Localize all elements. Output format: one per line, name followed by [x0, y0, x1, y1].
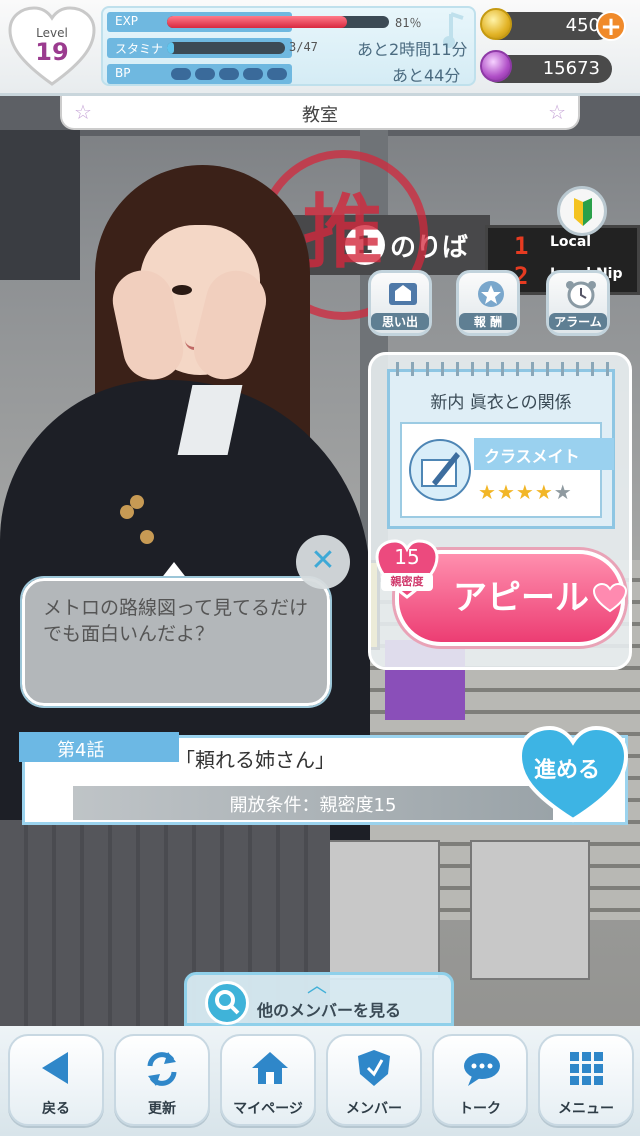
- back-arrow-icon: [42, 1052, 68, 1084]
- memories-button[interactable]: 思い出: [368, 270, 432, 336]
- star-filled-icon: ★: [515, 480, 535, 504]
- proceed-label: 進める: [534, 758, 601, 783]
- dialogue-text: メトロの路線図って見てるだけでも面白いんだよ？: [43, 597, 309, 645]
- close-dialogue-button[interactable]: ✕: [296, 535, 350, 589]
- star-filled-icon: ★: [478, 480, 497, 504]
- episode-number: 第4話: [19, 732, 179, 762]
- gem-icon: [480, 50, 512, 82]
- unlock-condition: 開放条件：親密度15: [73, 786, 553, 820]
- stamina-value: 3/47: [289, 40, 318, 54]
- nav-mypage-button[interactable]: マイページ: [220, 1034, 316, 1126]
- nav-menu-button[interactable]: メニュー: [538, 1034, 634, 1126]
- exp-bar-fill: [167, 16, 347, 28]
- member-shield-icon: [358, 1050, 390, 1086]
- chevron-up-icon: ︿: [307, 973, 327, 997]
- exp-value: 81％: [395, 16, 422, 30]
- relationship-stars: ★★★★★: [478, 480, 573, 504]
- chat-bubble-icon: [464, 1053, 500, 1086]
- dialogue-bubble[interactable]: メトロの路線図って見てるだけでも面白いんだよ？: [22, 578, 330, 706]
- beginner-guide-button[interactable]: [557, 186, 607, 236]
- board-text-1: Local: [550, 234, 592, 250]
- heart-icon: [593, 583, 627, 613]
- stamina-recovery-time: あと2時間11分: [357, 40, 468, 59]
- star-empty-icon: ★: [553, 480, 573, 504]
- other-members-button[interactable]: ︿ 他のメンバーを見る: [184, 972, 454, 1026]
- status-panel: EXP 81％ スタミナ 3/47 あと2時間11分 BP あと44分: [101, 6, 476, 86]
- star-filled-icon: ★: [534, 480, 554, 504]
- nav-mypage-label: マイページ: [233, 1101, 303, 1117]
- nav-menu-label: メニュー: [558, 1101, 614, 1117]
- star-icon: ☆: [74, 100, 92, 124]
- album-icon: [389, 283, 417, 305]
- location-bar: ☆ 教室 ☆: [60, 96, 580, 130]
- bp-pip: [243, 68, 263, 80]
- bp-pip: [195, 68, 215, 80]
- character-eye: [172, 285, 192, 295]
- bp-row: BP あと44分: [107, 64, 472, 85]
- bp-pip: [267, 68, 287, 80]
- alarm-button[interactable]: アラーム: [546, 270, 610, 336]
- memories-label: 思い出: [371, 313, 429, 330]
- episode-title: 「頼れる姉さん」: [175, 748, 335, 772]
- exp-row: EXP 81％: [107, 12, 472, 48]
- proceed-button[interactable]: 進める: [516, 724, 630, 824]
- other-members-label: 他のメンバーを見る: [257, 1001, 402, 1020]
- top-hud: Level 19 EXP 81％ スタミナ 3/47 あと2時間11分 BP あ…: [0, 0, 640, 96]
- add-coins-button[interactable]: +: [596, 11, 626, 41]
- board-number-1: 1: [514, 232, 529, 260]
- relationship-rank: クラスメイト: [474, 438, 614, 470]
- appeal-label: アピール: [453, 578, 589, 618]
- bp-pip: [171, 68, 191, 80]
- alarm-label: アラーム: [549, 313, 607, 330]
- intimacy-badge: 15 親密度: [375, 539, 439, 601]
- coin-icon: [480, 8, 512, 40]
- relationship-note: 新内 眞衣との関係 クラスメイト ★★★★★: [387, 362, 615, 529]
- nav-member-label: メンバー: [346, 1101, 402, 1117]
- stamina-bar-fill: [167, 42, 175, 54]
- blazer-button: [120, 505, 134, 519]
- nav-refresh-label: 更新: [148, 1101, 176, 1117]
- bp-pip: [219, 68, 239, 80]
- nav-talk-label: トーク: [459, 1101, 501, 1117]
- beginner-mark-icon: [574, 198, 592, 226]
- star-icon: ☆: [548, 100, 566, 124]
- intimacy-value: 15: [394, 545, 420, 569]
- refresh-icon: [147, 1052, 177, 1086]
- ticket-gate: [470, 840, 590, 980]
- intimacy-label: 親密度: [381, 573, 433, 591]
- menu-grid-icon: [570, 1052, 603, 1085]
- nav-back-label: 戻る: [42, 1101, 70, 1117]
- relationship-title: 新内 眞衣との関係: [430, 393, 572, 413]
- stamina-row: スタミナ 3/47 あと2時間11分: [107, 38, 472, 59]
- relationship-rank-box: クラスメイト ★★★★★: [400, 422, 614, 518]
- relationship-card: 新内 眞衣との関係 クラスメイト ★★★★★ アピール 15 親密度: [368, 352, 632, 670]
- reward-icon: [478, 281, 504, 307]
- nav-refresh-button[interactable]: 更新: [114, 1034, 210, 1126]
- blazer-button: [140, 530, 154, 544]
- location-title: 教室: [302, 105, 338, 126]
- stamina-bar: [167, 42, 285, 54]
- exp-bar: [167, 16, 389, 28]
- search-icon: [205, 981, 249, 1025]
- nav-member-button[interactable]: メンバー: [326, 1034, 422, 1126]
- star-filled-icon: ★: [496, 480, 516, 504]
- monitor: [0, 130, 80, 280]
- alarm-clock-icon: [566, 281, 596, 309]
- nav-back-button[interactable]: 戻る: [8, 1034, 104, 1126]
- nav-talk-button[interactable]: トーク: [432, 1034, 528, 1126]
- reward-button[interactable]: 報 酬: [456, 270, 520, 336]
- level-badge[interactable]: Level 19: [8, 6, 96, 88]
- bottom-navigation: 戻る 更新 マイページ メンバー トーク メニュー: [0, 1026, 640, 1136]
- home-icon: [252, 1052, 288, 1084]
- spiral-binding: [396, 362, 610, 376]
- ticket-gate: [320, 840, 440, 980]
- level-number: 19: [35, 38, 69, 66]
- notebook-pen-icon: [409, 439, 471, 501]
- bp-recovery-time: あと44分: [392, 66, 461, 85]
- magnifier-glyph: [215, 990, 240, 1015]
- reward-label: 報 酬: [459, 313, 517, 330]
